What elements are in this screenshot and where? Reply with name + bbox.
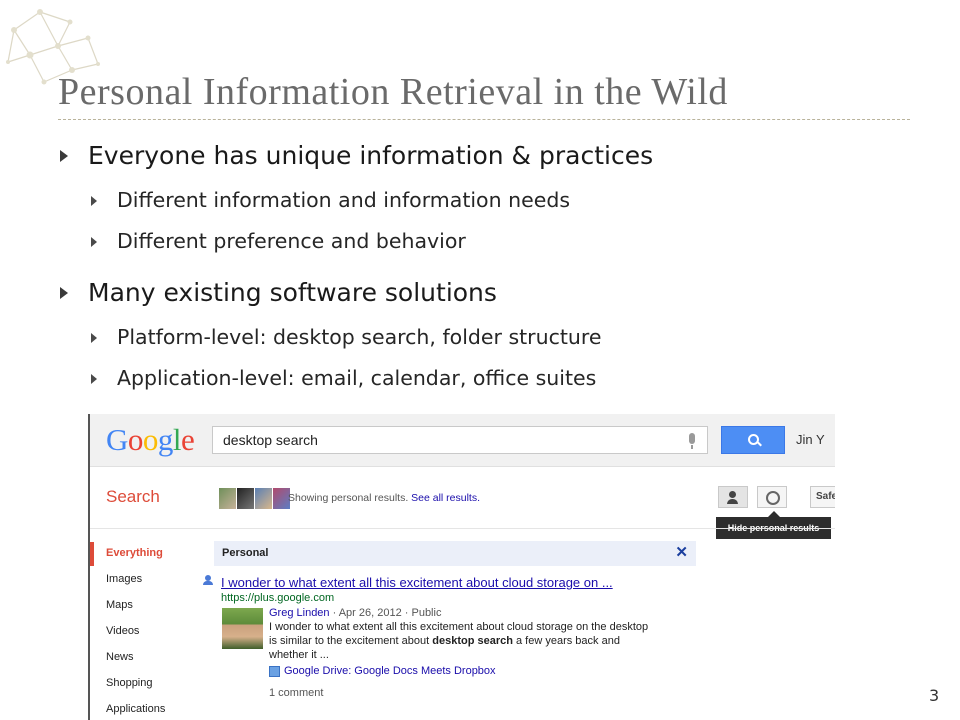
bullet-2-sub-1: Platform-level: desktop search, folder s… (117, 325, 602, 349)
microphone-icon[interactable] (689, 433, 695, 449)
nav-item-images[interactable]: Images (106, 573, 142, 585)
bullet-1: Everyone has unique information & practi… (88, 141, 654, 170)
nav-item-videos[interactable]: Videos (106, 625, 139, 637)
nav-item-shopping[interactable]: Shopping (106, 677, 153, 689)
nav-item-applications[interactable]: Applications (106, 703, 165, 715)
nav-item-news[interactable]: News (106, 651, 134, 663)
google-logo[interactable]: Google (106, 422, 195, 458)
nav-item-everything[interactable]: Everything (106, 547, 163, 559)
safe-search-button[interactable]: Safe (810, 486, 835, 508)
user-name[interactable]: Jin Y (796, 432, 825, 447)
author-photo[interactable] (222, 608, 263, 649)
avatar (255, 488, 272, 509)
result-meta: · Apr 26, 2012 · Public (329, 607, 442, 619)
search-button[interactable] (721, 426, 785, 454)
personal-results-notice: Showing personal results. See all result… (288, 492, 480, 504)
search-query: desktop search (223, 432, 318, 448)
snippet-text: a few years back and (512, 635, 620, 647)
avatar (237, 488, 254, 509)
nav-item-maps[interactable]: Maps (106, 599, 133, 611)
nav-active-indicator (90, 542, 94, 566)
result-snippet-line: whether it ... (269, 649, 329, 661)
snippet-text: is similar to the excitement about (269, 635, 433, 647)
bullet-arrow-icon (91, 196, 97, 206)
close-icon[interactable]: ✕ (675, 543, 688, 561)
result-url: https://plus.google.com (221, 592, 335, 604)
avatar (219, 488, 236, 509)
search-icon (748, 434, 759, 445)
bullet-arrow-icon (91, 374, 97, 384)
result-author-line: Greg Linden · Apr 26, 2012 · Public (269, 607, 441, 619)
bullet-arrow-icon (91, 333, 97, 343)
personal-results-text: Showing personal results. (288, 492, 409, 504)
see-all-results-link[interactable]: See all results. (411, 492, 480, 504)
header-divider (90, 528, 835, 529)
document-icon (269, 666, 280, 677)
logo-letter: e (181, 422, 195, 457)
bullet-arrow-icon (91, 237, 97, 247)
bullet-1-sub-2: Different preference and behavior (117, 229, 466, 253)
person-icon (727, 491, 738, 504)
globe-icon (766, 491, 780, 505)
bullet-2: Many existing software solutions (88, 278, 497, 307)
result-title-link[interactable]: I wonder to what extent all this excitem… (221, 575, 613, 590)
logo-letter: g (157, 422, 174, 457)
shared-doc-link[interactable]: Google Drive: Google Docs Meets Dropbox (284, 665, 496, 677)
logo-letter: o (127, 422, 144, 457)
search-label: Search (106, 487, 160, 506)
slide-title: Personal Information Retrieval in the Wi… (58, 71, 728, 113)
title-divider (58, 119, 910, 120)
page-number: 3 (929, 686, 940, 705)
person-icon (203, 575, 213, 585)
personal-card-title: Personal (222, 547, 269, 559)
google-search-screenshot: Google desktop search Jin Y Search Showi… (88, 414, 835, 720)
author-name-link[interactable]: Greg Linden (269, 607, 330, 619)
result-snippet-line: is similar to the excitement about deskt… (269, 635, 620, 647)
logo-letter: l (172, 422, 182, 457)
personal-results-header: Personal ✕ (214, 541, 696, 566)
bullet-1-sub-1: Different information and information ne… (117, 188, 571, 212)
logo-letter: G (106, 422, 128, 457)
result-snippet-line: I wonder to what extent all this excitem… (269, 621, 649, 633)
bullet-2-sub-2: Application-level: email, calendar, offi… (117, 366, 597, 390)
search-input[interactable]: desktop search (212, 426, 708, 454)
bullet-arrow-icon (60, 287, 68, 299)
google-header: Google desktop search Jin Y (90, 414, 835, 467)
personal-results-toggle[interactable] (718, 486, 748, 508)
global-results-toggle[interactable] (757, 486, 787, 508)
snippet-highlight: desktop search (432, 635, 513, 647)
bullet-arrow-icon (60, 150, 68, 162)
comments-count[interactable]: 1 comment (269, 687, 323, 699)
logo-letter: o (142, 422, 159, 457)
